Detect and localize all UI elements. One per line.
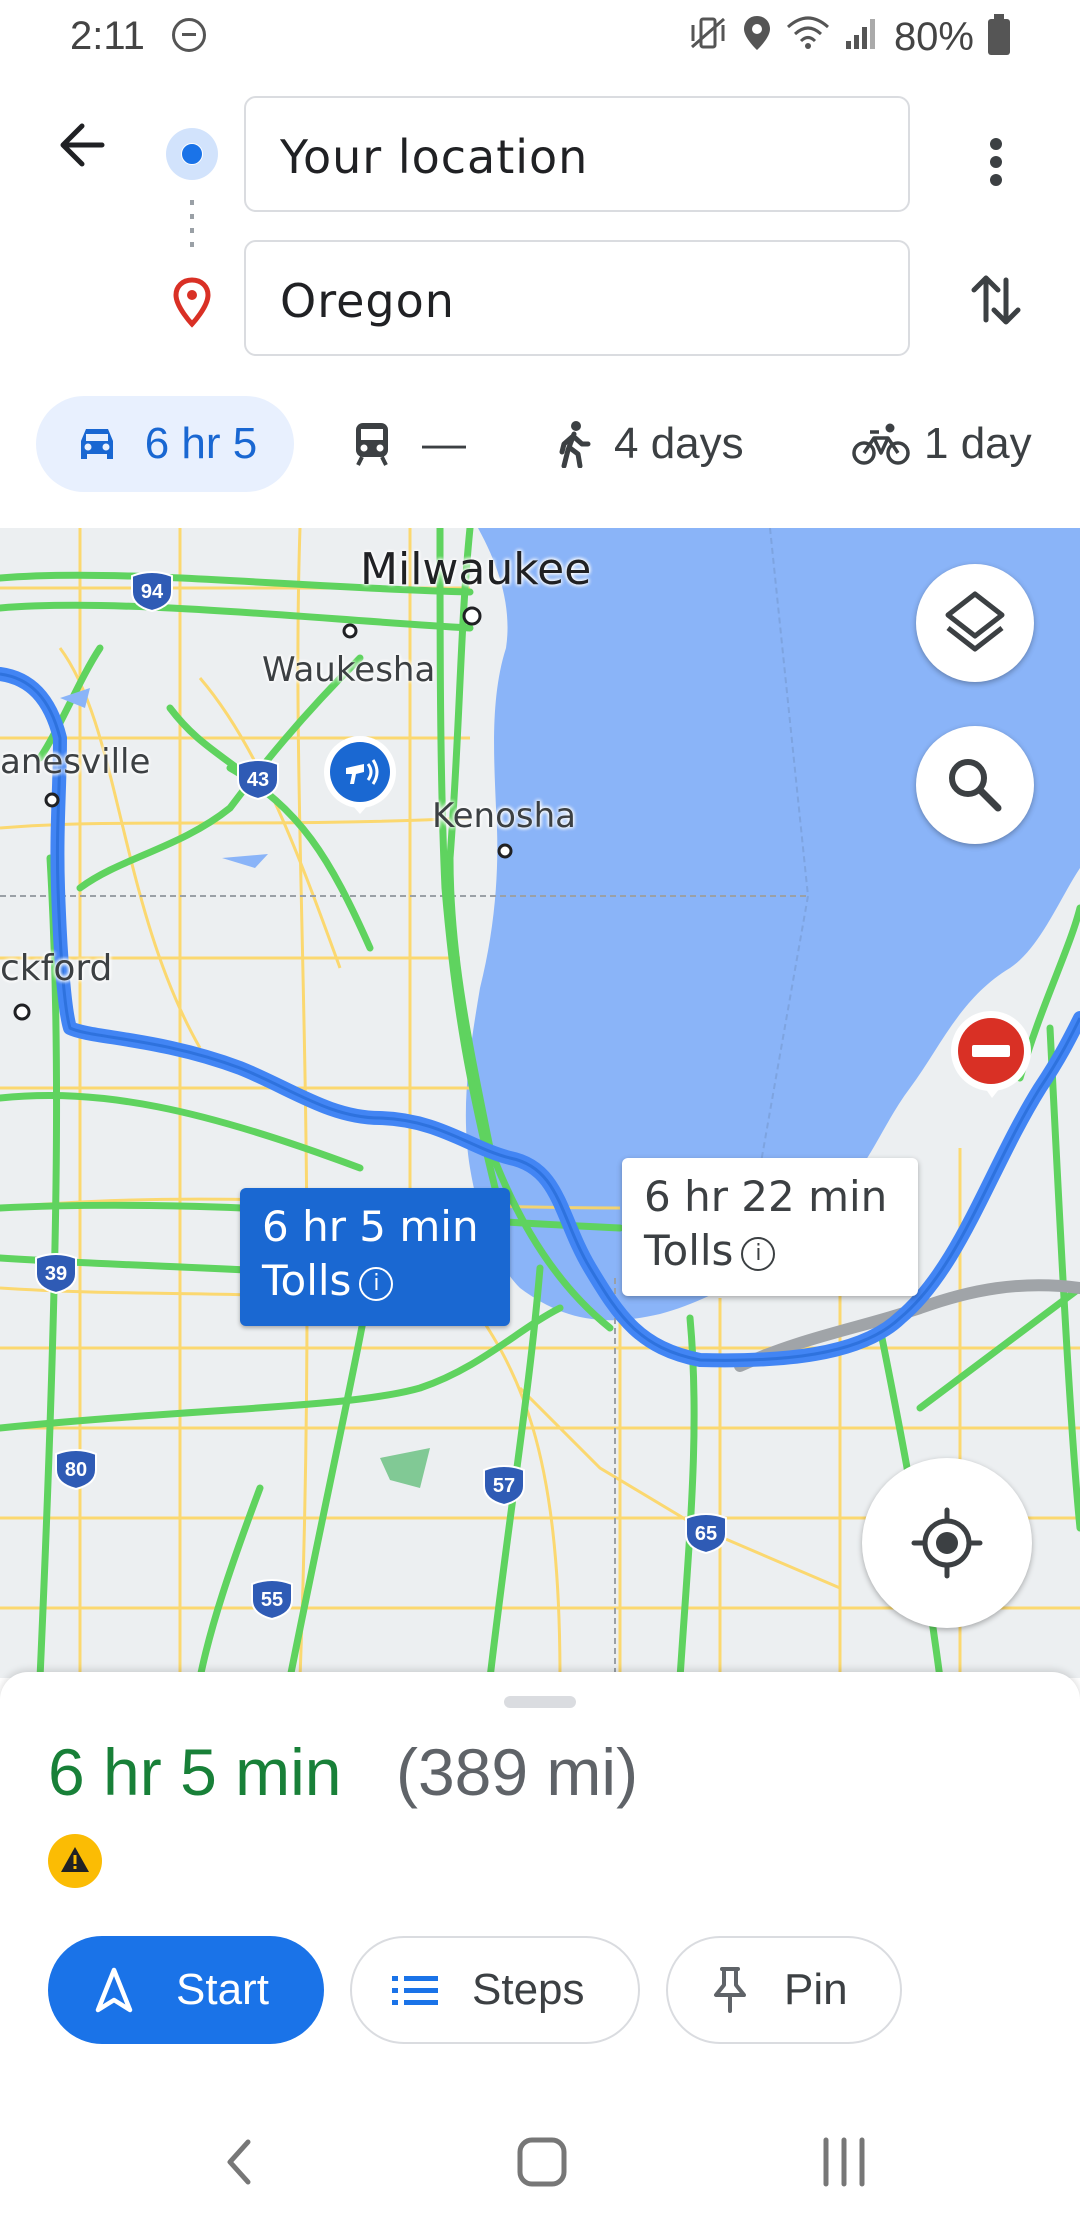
steps-button[interactable]: Steps (350, 1936, 640, 2044)
location-icon (742, 14, 772, 60)
interstate-57-shield: 57 (483, 1465, 525, 1506)
search-along-route-button[interactable] (916, 726, 1034, 844)
toll-info-icon: i (359, 1266, 394, 1301)
mode-transit[interactable]: — (352, 396, 466, 492)
list-icon (392, 1976, 438, 2005)
interstate-55-shield: 55 (251, 1579, 293, 1620)
walk-icon (559, 421, 591, 468)
interstate-80-shield: 80 (55, 1449, 97, 1490)
mode-bike[interactable]: 1 day (852, 396, 1032, 492)
navigation-icon (95, 1967, 133, 2013)
home-icon (517, 2137, 567, 2187)
closure-icon (951, 1011, 1031, 1098)
signal-icon (844, 15, 880, 59)
nav-recents-button[interactable] (812, 2130, 876, 2194)
my-location-icon (911, 1507, 983, 1579)
mode-walk-label: 4 days (614, 419, 744, 468)
route-alt-time: 6 hr 22 min (644, 1172, 888, 1221)
more-vert-icon (990, 138, 1002, 186)
speed-camera-icon (324, 736, 396, 814)
swap-vert-icon (971, 275, 1021, 325)
city-label-kenosha: Kenosha (432, 796, 576, 836)
shield-55-label: 55 (261, 1589, 283, 1611)
bike-icon (852, 423, 910, 465)
shield-43-label: 43 (247, 769, 269, 791)
shield-57-label: 57 (493, 1475, 515, 1497)
arrow-back-icon (60, 123, 105, 167)
nav-back-button[interactable] (214, 2130, 264, 2194)
route-primary-tolls: Tolls (262, 1256, 352, 1305)
steps-label: Steps (472, 1965, 585, 2014)
interstate-65-shield: 65 (685, 1513, 727, 1554)
route-alt-tolls: Tolls (644, 1226, 734, 1275)
status-time: 2:11 (70, 14, 145, 58)
toll-info-icon: i (741, 1236, 776, 1271)
shield-39-label: 39 (45, 1263, 67, 1285)
mode-transit-label: — (422, 419, 466, 468)
status-bar: 2:11 80% (0, 0, 1080, 72)
map-view[interactable]: 94 43 39 80 57 55 65 Milwaukee Waukesha … (0, 528, 1080, 1678)
city-label-janesville: anesville (0, 742, 151, 782)
destination-field[interactable]: Oregon (244, 240, 910, 356)
my-location-button[interactable] (862, 1458, 1032, 1628)
route-callout-alternate[interactable]: 6 hr 22 min Tolls i (622, 1158, 918, 1296)
shield-80-label: 80 (65, 1459, 87, 1481)
pin-button[interactable]: Pin (666, 1936, 902, 2044)
battery-percent: 80% (893, 14, 974, 59)
interstate-43-shield: 43 (237, 759, 279, 800)
mode-walk[interactable]: 4 days (556, 396, 744, 492)
origin-dot-icon (166, 128, 218, 180)
city-label-waukesha: Waukesha (262, 650, 436, 690)
recents-icon (823, 2137, 865, 2187)
vibrate-icon (688, 15, 728, 59)
warning-icon[interactable] (48, 1834, 102, 1888)
route-distance: (389 mi) (396, 1735, 639, 1809)
city-label-rockford: ckford (0, 948, 113, 989)
origin-text: Your location (280, 130, 589, 184)
wifi-icon (786, 15, 830, 59)
city-label-milwaukee: Milwaukee (360, 544, 592, 595)
drag-handle[interactable] (504, 1696, 576, 1708)
start-label: Start (176, 1965, 269, 2014)
dnd-icon (172, 18, 206, 52)
interstate-39-shield: 39 (35, 1253, 77, 1294)
search-icon (949, 759, 1002, 812)
destination-pin-icon (168, 276, 216, 328)
pin-label: Pin (784, 1965, 848, 2014)
more-options-button[interactable] (960, 126, 1032, 198)
mode-drive-label: 6 hr 5 (144, 419, 258, 468)
shield-94-label: 94 (141, 581, 164, 603)
mode-bike-label: 1 day (924, 419, 1032, 468)
back-button[interactable] (50, 110, 120, 180)
road-closure-marker[interactable] (948, 1008, 1034, 1113)
layers-button[interactable] (916, 564, 1034, 682)
route-duration: 6 hr 5 min (48, 1735, 342, 1809)
route-primary-time: 6 hr 5 min (262, 1202, 479, 1251)
system-nav-bar (0, 2102, 1080, 2220)
train-icon (356, 423, 388, 466)
pin-icon (714, 1967, 746, 2013)
shield-65-label: 65 (695, 1523, 717, 1545)
route-connector (190, 200, 194, 250)
destination-text: Oregon (280, 274, 455, 328)
traffic-report-marker[interactable] (320, 728, 400, 833)
car-icon (80, 429, 113, 459)
route-summary-sheet[interactable]: 6 hr 5 min (389 mi) Start Steps Pin (0, 1672, 1080, 2102)
swap-button[interactable] (960, 264, 1032, 336)
travel-modes: 6 hr 5 — 4 days 1 day (0, 376, 1080, 516)
start-button[interactable]: Start (48, 1936, 324, 2044)
route-callout-primary[interactable]: 6 hr 5 min Tolls i (240, 1188, 510, 1326)
status-icons: 80% (688, 14, 1010, 60)
interstate-94-shield: 94 (131, 571, 173, 612)
layers-icon (945, 591, 1005, 652)
chevron-left-icon (227, 2139, 251, 2185)
mode-drive[interactable]: 6 hr 5 (36, 396, 294, 492)
origin-field[interactable]: Your location (244, 96, 910, 212)
battery-icon (988, 14, 1010, 55)
nav-home-button[interactable] (510, 2130, 574, 2194)
